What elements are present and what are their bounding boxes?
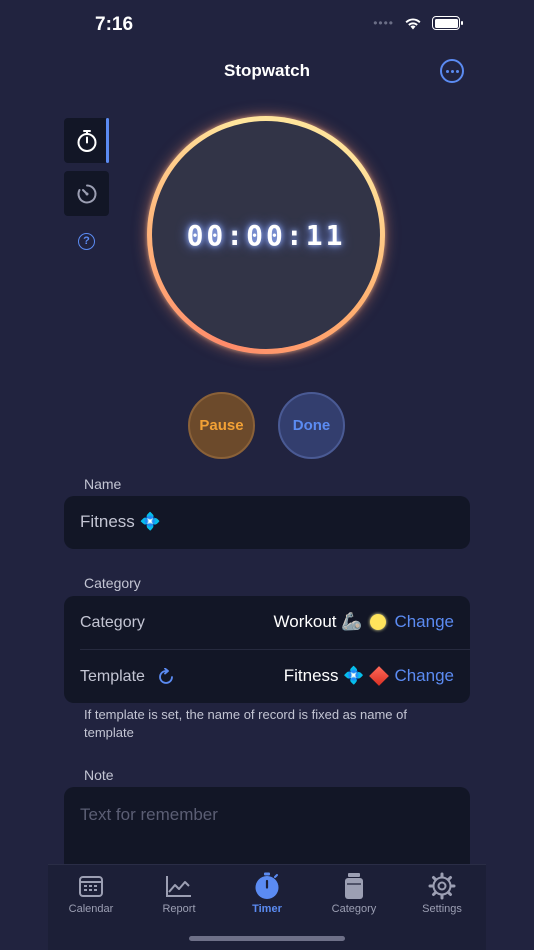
template-row-value: Fitness 💠 Change xyxy=(284,666,454,686)
name-field[interactable]: Fitness 💠 xyxy=(64,496,470,549)
template-hint: If template is set, the name of record i… xyxy=(84,707,407,740)
timer-display: 00:00:11 xyxy=(186,218,346,252)
tab-label: Report xyxy=(162,903,196,915)
gear-icon xyxy=(428,872,456,900)
category-color-dot xyxy=(370,614,387,630)
stopwatch-icon xyxy=(77,129,96,152)
note-section-label: Note xyxy=(84,767,114,783)
home-indicator xyxy=(189,936,345,941)
tab-timer[interactable]: Timer xyxy=(227,871,307,915)
category-row-label: Category xyxy=(80,614,145,631)
template-value: Fitness 💠 xyxy=(283,666,365,685)
name-value: Fitness 💠 xyxy=(80,512,161,531)
tab-label: Settings xyxy=(422,903,462,915)
tab-settings[interactable]: Settings xyxy=(402,871,482,915)
signal-icon: •••• xyxy=(373,16,394,30)
category-row-value: Workout 🦾 Change xyxy=(274,612,454,632)
chart-icon xyxy=(166,876,191,897)
status-icons: •••• xyxy=(373,16,463,30)
battery-icon xyxy=(432,16,463,30)
category-section-label: Category xyxy=(84,575,141,591)
name-section-label: Name xyxy=(84,476,122,492)
calendar-icon xyxy=(79,876,103,897)
mode-selected-indicator xyxy=(106,118,109,163)
change-category-button[interactable]: Change xyxy=(394,612,454,632)
timer-mode-button[interactable] xyxy=(64,171,109,216)
template-color-diamond xyxy=(369,666,390,686)
jar-icon xyxy=(345,873,363,899)
tab-label: Timer xyxy=(252,903,282,915)
stopwatch-mode-button[interactable] xyxy=(64,118,109,163)
status-time: 7:16 xyxy=(95,14,134,35)
note-placeholder: Text for remember xyxy=(80,805,218,824)
timer-ring: 00:00:11 xyxy=(147,116,385,354)
change-template-button[interactable]: Change xyxy=(394,666,454,686)
status-bar: 7:16 •••• xyxy=(0,0,534,50)
pause-button[interactable]: Pause xyxy=(188,392,255,459)
done-button[interactable]: Done xyxy=(278,392,345,459)
more-options-icon[interactable] xyxy=(440,59,464,83)
divider xyxy=(80,649,470,650)
tab-category[interactable]: Category xyxy=(314,871,394,915)
wifi-icon xyxy=(405,17,421,29)
timer-icon xyxy=(255,872,279,899)
template-row-label-wrap: Template xyxy=(80,668,175,686)
category-value: Workout 🦾 xyxy=(273,612,363,631)
tab-label: Calendar xyxy=(68,903,114,915)
countdown-icon xyxy=(77,184,96,203)
tab-label: Category xyxy=(331,903,377,915)
tab-report[interactable]: Report xyxy=(139,871,219,915)
refresh-icon[interactable] xyxy=(157,668,175,686)
tab-calendar[interactable]: Calendar xyxy=(51,871,131,915)
category-card: Category Workout 🦾 Change Template Fitne… xyxy=(64,596,470,703)
help-icon[interactable]: ? xyxy=(78,233,95,250)
template-row-label: Template xyxy=(80,668,145,685)
